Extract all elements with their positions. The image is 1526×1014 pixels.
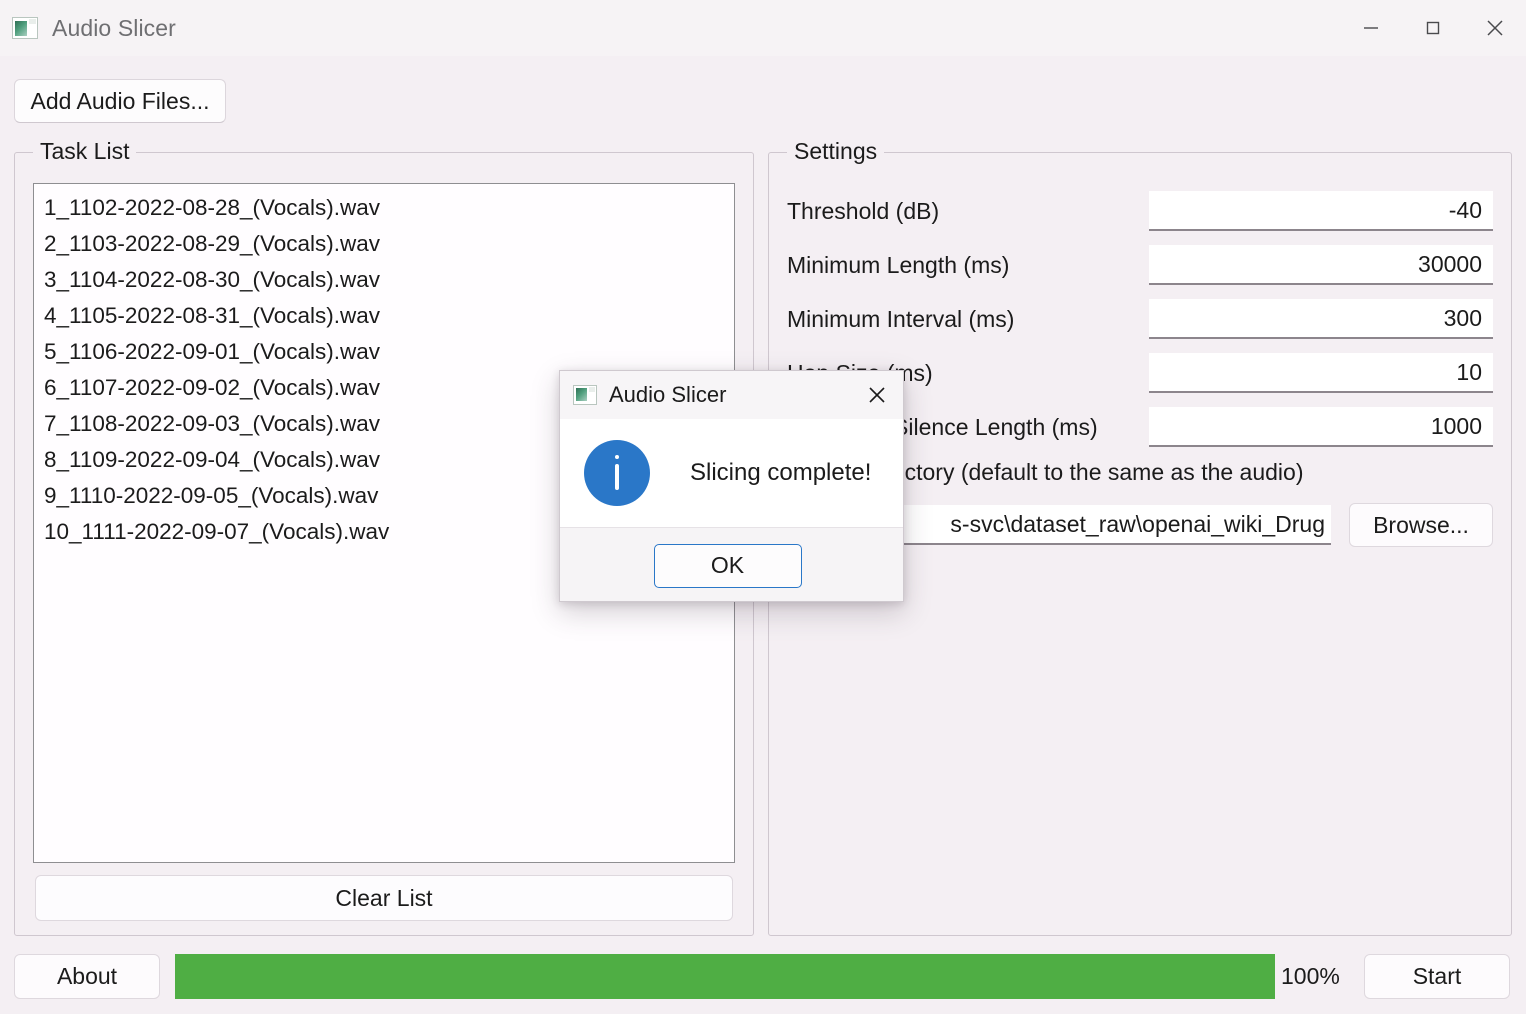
window-title: Audio Slicer (52, 14, 176, 41)
dialog-titlebar: Audio Slicer (560, 371, 903, 419)
progress-percent-label: 100% (1281, 963, 1340, 989)
about-button[interactable]: About (14, 954, 160, 999)
list-item[interactable]: 1_1102-2022-08-28_(Vocals).wav (34, 190, 734, 226)
list-item[interactable]: 3_1104-2022-08-30_(Vocals).wav (34, 262, 734, 298)
browse-button[interactable]: Browse... (1349, 503, 1493, 547)
threshold-input[interactable]: -40 (1149, 191, 1493, 231)
close-icon[interactable] (851, 371, 903, 419)
clear-list-button[interactable]: Clear List (35, 875, 733, 921)
dialog-footer: OK (560, 527, 903, 601)
list-item[interactable]: 5_1106-2022-09-01_(Vocals).wav (34, 334, 734, 370)
progress-bar-fill (175, 954, 1275, 999)
slicing-complete-dialog: Audio Slicer Slicing complete! OK (559, 370, 904, 602)
task-list-title: Task List (33, 138, 137, 165)
maximum-silence-length-input[interactable]: 1000 (1149, 407, 1493, 447)
window-controls (1340, 0, 1526, 56)
start-button[interactable]: Start (1364, 954, 1510, 999)
list-item[interactable]: 4_1105-2022-08-31_(Vocals).wav (34, 298, 734, 334)
dialog-title: Audio Slicer (609, 382, 727, 407)
setting-row-threshold: Threshold (dB) -40 (787, 191, 1493, 231)
app-window-icon (12, 17, 38, 39)
ok-button[interactable]: OK (653, 543, 802, 588)
setting-row-minimum-interval: Minimum Interval (ms) 300 (787, 299, 1493, 339)
dialog-message: Slicing complete! (690, 459, 872, 486)
app-window-icon (573, 385, 597, 405)
minimum-length-label: Minimum Length (ms) (787, 251, 1010, 278)
minimum-length-input[interactable]: 30000 (1149, 245, 1493, 285)
hop-size-input[interactable]: 10 (1149, 353, 1493, 393)
window-titlebar: Audio Slicer (0, 0, 1526, 56)
minimum-interval-label: Minimum Interval (ms) (787, 305, 1015, 332)
close-icon[interactable] (1464, 0, 1526, 56)
setting-row-minimum-length: Minimum Length (ms) 30000 (787, 245, 1493, 285)
threshold-label: Threshold (dB) (787, 197, 940, 224)
maximize-icon[interactable] (1402, 0, 1464, 56)
audio-slicer-window: Audio Slicer Add Audio Files... Task Lis… (0, 0, 1526, 1014)
dialog-body: Slicing complete! (560, 419, 903, 527)
list-item[interactable]: 2_1103-2022-08-29_(Vocals).wav (34, 226, 734, 262)
minimize-icon[interactable] (1340, 0, 1402, 56)
add-audio-files-button[interactable]: Add Audio Files... (14, 79, 226, 123)
info-icon (584, 440, 650, 506)
progress-bar (175, 954, 1275, 999)
minimum-interval-input[interactable]: 300 (1149, 299, 1493, 339)
settings-title: Settings (787, 138, 885, 165)
